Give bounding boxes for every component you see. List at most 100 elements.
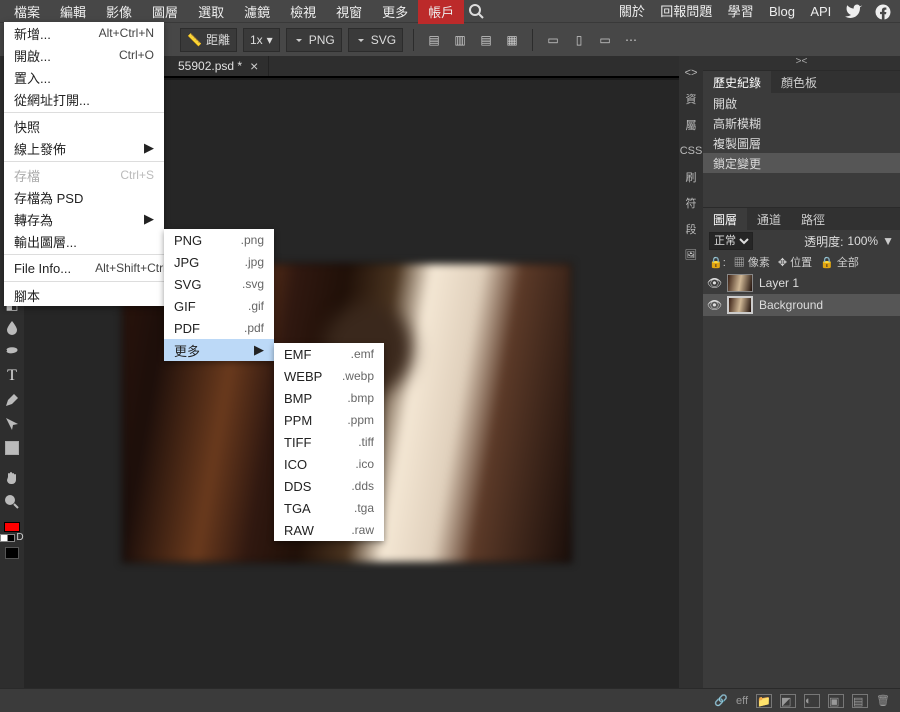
collapse-icon[interactable]: >< bbox=[703, 56, 900, 70]
menu-filter[interactable]: 濾鏡 bbox=[234, 0, 280, 24]
visibility-icon[interactable]: 👁 bbox=[707, 276, 721, 290]
menu-item-open-url[interactable]: 從網址打開... bbox=[4, 88, 164, 110]
visibility-icon[interactable]: 👁 bbox=[707, 298, 721, 312]
pen-tool-icon[interactable] bbox=[0, 388, 24, 412]
lock-position[interactable]: ✥ 位置 bbox=[778, 254, 812, 270]
menu-more[interactable]: 更多 bbox=[372, 0, 418, 24]
lock-all[interactable]: 🔒 全部 bbox=[820, 254, 859, 270]
menu-edit[interactable]: 編輯 bbox=[50, 0, 96, 24]
strip-props-icon[interactable]: 屬 bbox=[680, 114, 702, 136]
menu-item-open[interactable]: 開啟...Ctrl+O bbox=[4, 44, 164, 66]
distance-button[interactable]: 📏 距離 bbox=[180, 28, 237, 52]
channels-tab[interactable]: 通道 bbox=[747, 208, 791, 230]
strip-brush-icon[interactable]: 刷 bbox=[680, 166, 702, 188]
layer-row[interactable]: 👁 Layer 1 bbox=[703, 272, 900, 294]
strip-para-icon[interactable]: 段 bbox=[680, 218, 702, 240]
opacity-value[interactable]: 100% bbox=[847, 234, 878, 248]
strip-char-icon[interactable]: 符 bbox=[680, 192, 702, 214]
link-api[interactable]: API bbox=[810, 4, 831, 19]
export-tga[interactable]: TGA.tga bbox=[274, 497, 384, 519]
history-row[interactable]: 高斯模糊 bbox=[703, 113, 900, 133]
menu-item-place[interactable]: 置入... bbox=[4, 66, 164, 88]
align-left-icon[interactable]: ▤ bbox=[424, 30, 444, 50]
export-ppm[interactable]: PPM.ppm bbox=[274, 409, 384, 431]
background-color-swatch[interactable] bbox=[5, 547, 19, 559]
history-tab[interactable]: 歷史紀錄 bbox=[703, 71, 771, 93]
swatches-tab[interactable]: 顏色板 bbox=[771, 71, 827, 93]
history-row[interactable]: 複製圖層 bbox=[703, 133, 900, 153]
dist-h-icon[interactable]: ▭ bbox=[543, 30, 563, 50]
zoom-select[interactable]: 1x ▾ bbox=[243, 28, 280, 52]
menu-item-snapshot[interactable]: 快照 bbox=[4, 115, 164, 137]
layer-name[interactable]: Background bbox=[759, 298, 823, 312]
shape-tool-icon[interactable] bbox=[0, 436, 24, 460]
export-pdf[interactable]: PDF.pdf bbox=[164, 317, 274, 339]
export-bmp[interactable]: BMP.bmp bbox=[274, 387, 384, 409]
status-mask2-icon[interactable]: ▣ bbox=[828, 694, 844, 708]
menu-window[interactable]: 視窗 bbox=[326, 0, 372, 24]
menu-item-export-as[interactable]: 轉存為▶ bbox=[4, 208, 164, 230]
status-newlayer-icon[interactable]: ▤ bbox=[852, 694, 868, 708]
link-learn[interactable]: 學習 bbox=[728, 4, 754, 19]
history-row[interactable]: 鎖定變更 bbox=[703, 153, 900, 173]
status-trash-icon[interactable]: 🗑 bbox=[876, 694, 890, 707]
menu-item-export-layers[interactable]: 輸出圖層... bbox=[4, 230, 164, 252]
export-gif[interactable]: GIF.gif bbox=[164, 295, 274, 317]
strip-image-icon[interactable]: 🖼 bbox=[680, 244, 702, 266]
menu-layer[interactable]: 圖層 bbox=[142, 0, 188, 24]
blend-mode-select[interactable]: 正常 bbox=[709, 232, 753, 250]
status-mask-icon[interactable]: ◩ bbox=[780, 694, 796, 708]
dist-space-icon[interactable]: ▭ bbox=[595, 30, 615, 50]
export-jpg[interactable]: JPG.jpg bbox=[164, 251, 274, 273]
export-emf[interactable]: EMF.emf bbox=[274, 343, 384, 365]
export-tiff[interactable]: TIFF.tiff bbox=[274, 431, 384, 453]
foreground-color-swatch[interactable] bbox=[4, 522, 20, 532]
export-dds[interactable]: DDS.dds bbox=[274, 475, 384, 497]
history-row[interactable]: 開啟 bbox=[703, 93, 900, 113]
layer-name[interactable]: Layer 1 bbox=[759, 276, 799, 290]
document-tab[interactable]: 55902.psd * × bbox=[168, 56, 269, 76]
search-icon[interactable] bbox=[468, 3, 484, 19]
export-svg[interactable]: SVG.svg bbox=[164, 273, 274, 295]
export-png-button[interactable]: PNG bbox=[286, 28, 342, 52]
more-opts-icon[interactable]: ⋯ bbox=[621, 30, 641, 50]
chevron-down-icon[interactable]: ▼ bbox=[882, 234, 894, 248]
strip-code-icon[interactable]: <> bbox=[680, 62, 702, 84]
export-svg-button[interactable]: SVG bbox=[348, 28, 403, 52]
export-png[interactable]: PNG.png bbox=[164, 229, 274, 251]
text-tool-icon[interactable]: T bbox=[0, 364, 24, 388]
lock-pixels[interactable]: ▦ 像素 bbox=[734, 254, 770, 270]
strip-css-icon[interactable]: CSS bbox=[680, 140, 702, 162]
blur-tool-icon[interactable] bbox=[0, 316, 24, 340]
menu-item-script[interactable]: 腳本 bbox=[4, 284, 164, 306]
export-raw[interactable]: RAW.raw bbox=[274, 519, 384, 541]
menu-account[interactable]: 帳戶 bbox=[418, 0, 464, 24]
link-blog[interactable]: Blog bbox=[769, 4, 795, 19]
export-more[interactable]: 更多▶ bbox=[164, 339, 274, 361]
layers-tab[interactable]: 圖層 bbox=[703, 208, 747, 230]
menu-view[interactable]: 檢視 bbox=[280, 0, 326, 24]
menu-image[interactable]: 影像 bbox=[96, 0, 142, 24]
menu-select[interactable]: 選取 bbox=[188, 0, 234, 24]
hand-tool-icon[interactable] bbox=[0, 466, 24, 490]
menu-item-save-psd[interactable]: 存檔為 PSD bbox=[4, 186, 164, 208]
layer-row[interactable]: 👁 Background bbox=[703, 294, 900, 316]
align-right-icon[interactable]: ▤ bbox=[476, 30, 496, 50]
menu-item-new[interactable]: 新增...Alt+Ctrl+N bbox=[4, 22, 164, 44]
menu-file[interactable]: 檔案 bbox=[4, 0, 50, 24]
menu-item-file-info[interactable]: File Info...Alt+Shift+Ctrl+I bbox=[4, 257, 164, 279]
status-folder-icon[interactable]: 📁 bbox=[756, 694, 772, 708]
link-bug[interactable]: 回報問題 bbox=[660, 4, 712, 19]
paths-tab[interactable]: 路徑 bbox=[791, 208, 835, 230]
menu-item-publish[interactable]: 線上發佈▶ bbox=[4, 137, 164, 159]
twitter-icon[interactable] bbox=[841, 5, 867, 19]
export-ico[interactable]: ICO.ico bbox=[274, 453, 384, 475]
status-adjust-icon[interactable]: ◐ bbox=[804, 694, 820, 708]
path-tool-icon[interactable] bbox=[0, 412, 24, 436]
dist-v-icon[interactable]: ▯ bbox=[569, 30, 589, 50]
align-hcenter-icon[interactable]: ▥ bbox=[450, 30, 470, 50]
lasso-tool-icon[interactable] bbox=[0, 340, 24, 364]
strip-info-icon[interactable]: 資 bbox=[680, 88, 702, 110]
status-chain-icon[interactable]: 🔗 bbox=[714, 694, 728, 707]
zoom-tool-icon[interactable] bbox=[0, 490, 24, 514]
